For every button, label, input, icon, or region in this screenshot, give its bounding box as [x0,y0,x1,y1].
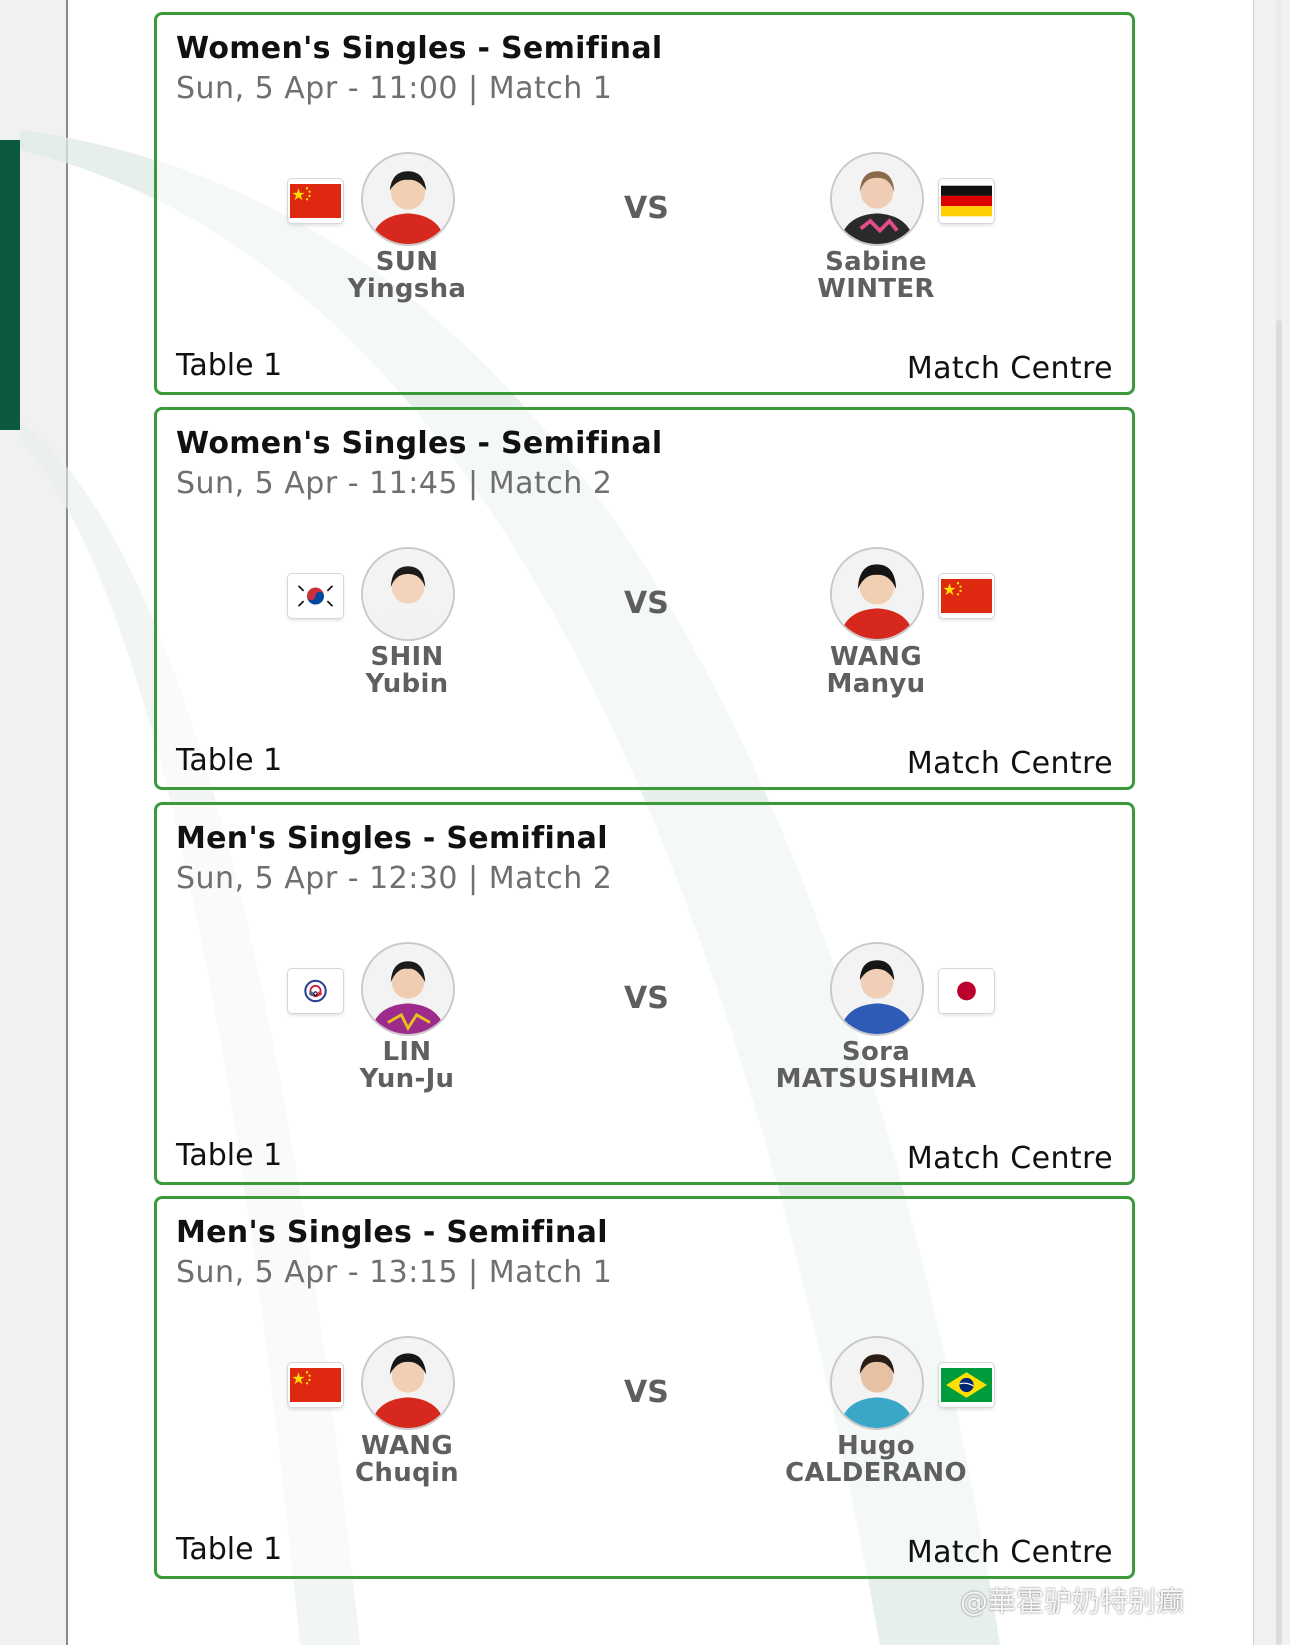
player-last-name: WINTER [817,274,935,304]
player-name-right[interactable]: WANG Manyu [726,644,1026,698]
player-first-name: Sora [841,1037,911,1067]
player-last-name: Yun-Ju [359,1064,455,1094]
match-centre-link[interactable]: Match Centre [907,746,1113,781]
player-first-name: WANG [361,1431,453,1461]
player-last-name: Yingsha [347,274,467,304]
scrollbar-thumb[interactable] [1276,320,1282,1645]
player-first-name: Sabine [825,247,927,277]
korea-flag [288,574,343,618]
player-first-name: WANG [830,642,922,672]
china-flag [288,1363,343,1407]
brand-green-edge [0,140,20,430]
china-flag [288,179,343,223]
event-title: Women's Singles - Semifinal [176,426,663,461]
vs-label: VS [624,1375,669,1410]
table-label: Table 1 [176,1138,283,1173]
player-avatar[interactable] [830,547,924,641]
germany-flag [939,179,994,223]
player-name-right[interactable]: Sabine WINTER [726,249,1026,303]
player-avatar[interactable] [361,152,455,246]
match-centre-link[interactable]: Match Centre [907,1535,1113,1570]
match-datetime: Sun, 5 Apr - 13:15 | Match 1 [176,1255,613,1290]
table-label: Table 1 [176,743,283,778]
player-name-left[interactable]: SUN Yingsha [257,249,557,303]
japan-flag [939,969,994,1013]
player-name-left[interactable]: LIN Yun-Ju [257,1039,557,1093]
player-avatar[interactable] [830,152,924,246]
match-centre-link[interactable]: Match Centre [907,1141,1113,1176]
player-last-name: Yubin [365,669,449,699]
match-card[interactable]: Men's Singles - Semifinal Sun, 5 Apr - 1… [154,802,1135,1185]
player-avatar[interactable] [830,942,924,1036]
player-first-name: SUN [375,247,439,277]
vs-label: VS [624,191,669,226]
match-card[interactable]: Women's Singles - Semifinal Sun, 5 Apr -… [154,12,1135,395]
match-datetime: Sun, 5 Apr - 11:00 | Match 1 [176,71,613,106]
player-name-right[interactable]: Hugo CALDERANO [726,1433,1026,1487]
player-name-left[interactable]: SHIN Yubin [257,644,557,698]
event-title: Women's Singles - Semifinal [176,31,663,66]
table-label: Table 1 [176,1532,283,1567]
watermark: @華霍驴奶特别癫 [960,1585,1185,1618]
match-card[interactable]: Women's Singles - Semifinal Sun, 5 Apr -… [154,407,1135,790]
match-datetime: Sun, 5 Apr - 12:30 | Match 2 [176,861,613,896]
match-datetime: Sun, 5 Apr - 11:45 | Match 2 [176,466,613,501]
table-label: Table 1 [176,348,283,383]
player-name-right[interactable]: Sora MATSUSHIMA [726,1039,1026,1093]
brazil-flag [939,1363,994,1407]
player-last-name: CALDERANO [785,1458,967,1488]
player-first-name: Hugo [837,1431,915,1461]
vs-label: VS [624,586,669,621]
player-last-name: MATSUSHIMA [775,1064,977,1094]
vs-label: VS [624,981,669,1016]
player-first-name: SHIN [370,642,444,672]
player-name-left[interactable]: WANG Chuqin [257,1433,557,1487]
player-last-name: Manyu [826,669,926,699]
event-title: Men's Singles - Semifinal [176,1215,608,1250]
player-first-name: LIN [382,1037,432,1067]
player-last-name: Chuqin [355,1458,459,1488]
chinese-taipei-flag [288,969,343,1013]
player-avatar[interactable] [361,1336,455,1430]
player-avatar[interactable] [830,1336,924,1430]
china-flag [939,574,994,618]
match-centre-link[interactable]: Match Centre [907,351,1113,386]
event-title: Men's Singles - Semifinal [176,821,608,856]
match-card[interactable]: Men's Singles - Semifinal Sun, 5 Apr - 1… [154,1196,1135,1579]
player-avatar[interactable] [361,942,455,1036]
player-avatar[interactable] [361,547,455,641]
